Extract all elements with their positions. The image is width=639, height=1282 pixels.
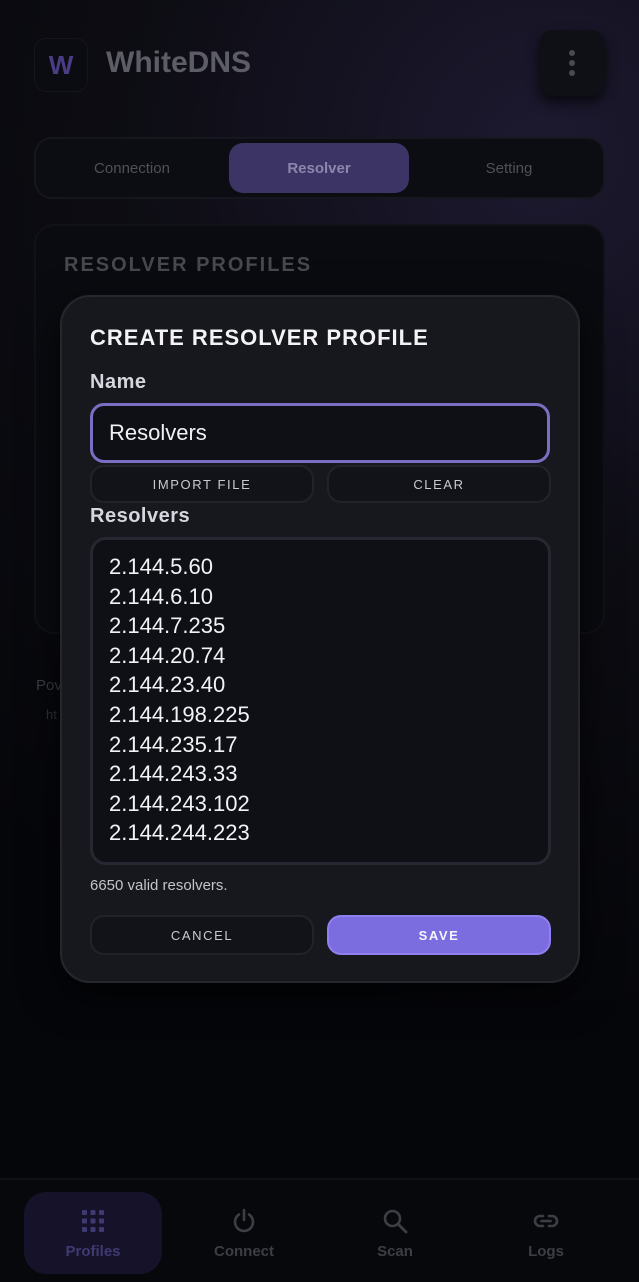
resolvers-label: Resolvers xyxy=(90,505,191,527)
search-icon xyxy=(383,1209,408,1233)
create-resolver-profile-dialog: CREATE RESOLVER PROFILE Name IMPORT FILE… xyxy=(60,295,580,983)
app-logo: W xyxy=(34,38,88,92)
name-input[interactable] xyxy=(90,403,550,463)
dialog-title: CREATE RESOLVER PROFILE xyxy=(90,325,429,350)
nav-connect[interactable]: Connect xyxy=(175,1192,313,1274)
grid-icon xyxy=(82,1209,104,1232)
powered-by-text: Pov xyxy=(36,677,62,694)
footer-link[interactable]: ht xyxy=(46,707,57,722)
top-tab-bar: Connection Resolver Setting xyxy=(34,137,605,199)
nav-scan[interactable]: Scan xyxy=(326,1192,464,1274)
resolver-line: 2.144.198.225 xyxy=(109,701,250,727)
tab-connection[interactable]: Connection xyxy=(42,143,222,193)
nav-profiles[interactable]: Profiles xyxy=(24,1192,162,1274)
import-file-button[interactable]: IMPORT FILE xyxy=(90,465,314,503)
resolver-profiles-title: RESOLVER PROFILES xyxy=(64,254,313,276)
cancel-button[interactable]: CANCEL xyxy=(90,915,314,955)
link-icon xyxy=(533,1214,559,1227)
clear-button[interactable]: CLEAR xyxy=(327,465,551,503)
nav-scan-label: Scan xyxy=(377,1242,413,1260)
resolvers-textarea[interactable]: 2.144.5.60 2.144.6.10 2.144.7.235 2.144.… xyxy=(90,537,551,865)
resolver-line: 2.144.243.102 xyxy=(109,790,250,816)
name-label: Name xyxy=(90,371,147,393)
valid-resolvers-count: 6650 valid resolvers. xyxy=(90,877,228,894)
power-icon xyxy=(233,1208,255,1232)
resolver-line: 2.144.5.60 xyxy=(109,554,213,579)
resolver-line: 2.144.6.10 xyxy=(109,583,213,609)
app-header: W WhiteDNS xyxy=(34,30,605,96)
overflow-menu-button[interactable] xyxy=(539,30,605,96)
bottom-navigation: Profiles Connect Scan Logs xyxy=(0,1178,639,1282)
app-screen: W WhiteDNS Connection Resolver Setting R… xyxy=(0,0,639,1282)
logo-letter: W xyxy=(48,49,74,80)
save-button[interactable]: SAVE xyxy=(327,915,551,955)
nav-profiles-label: Profiles xyxy=(65,1242,121,1260)
resolver-line: 2.144.235.17 xyxy=(109,731,238,757)
resolver-line: 2.144.23.40 xyxy=(109,672,226,698)
app-title: WhiteDNS xyxy=(106,46,251,79)
tab-resolver[interactable]: Resolver xyxy=(229,143,409,193)
resolver-line: 2.144.20.74 xyxy=(109,642,226,668)
resolver-line: 2.144.244.223 xyxy=(109,820,250,846)
nav-logs[interactable]: Logs xyxy=(477,1192,615,1274)
nav-logs-label: Logs xyxy=(528,1242,564,1260)
tab-setting[interactable]: Setting xyxy=(419,143,599,193)
resolver-line: 2.144.7.235 xyxy=(109,613,226,639)
more-vertical-icon xyxy=(569,50,575,76)
resolver-line: 2.144.243.33 xyxy=(109,761,238,787)
nav-connect-label: Connect xyxy=(214,1242,274,1260)
